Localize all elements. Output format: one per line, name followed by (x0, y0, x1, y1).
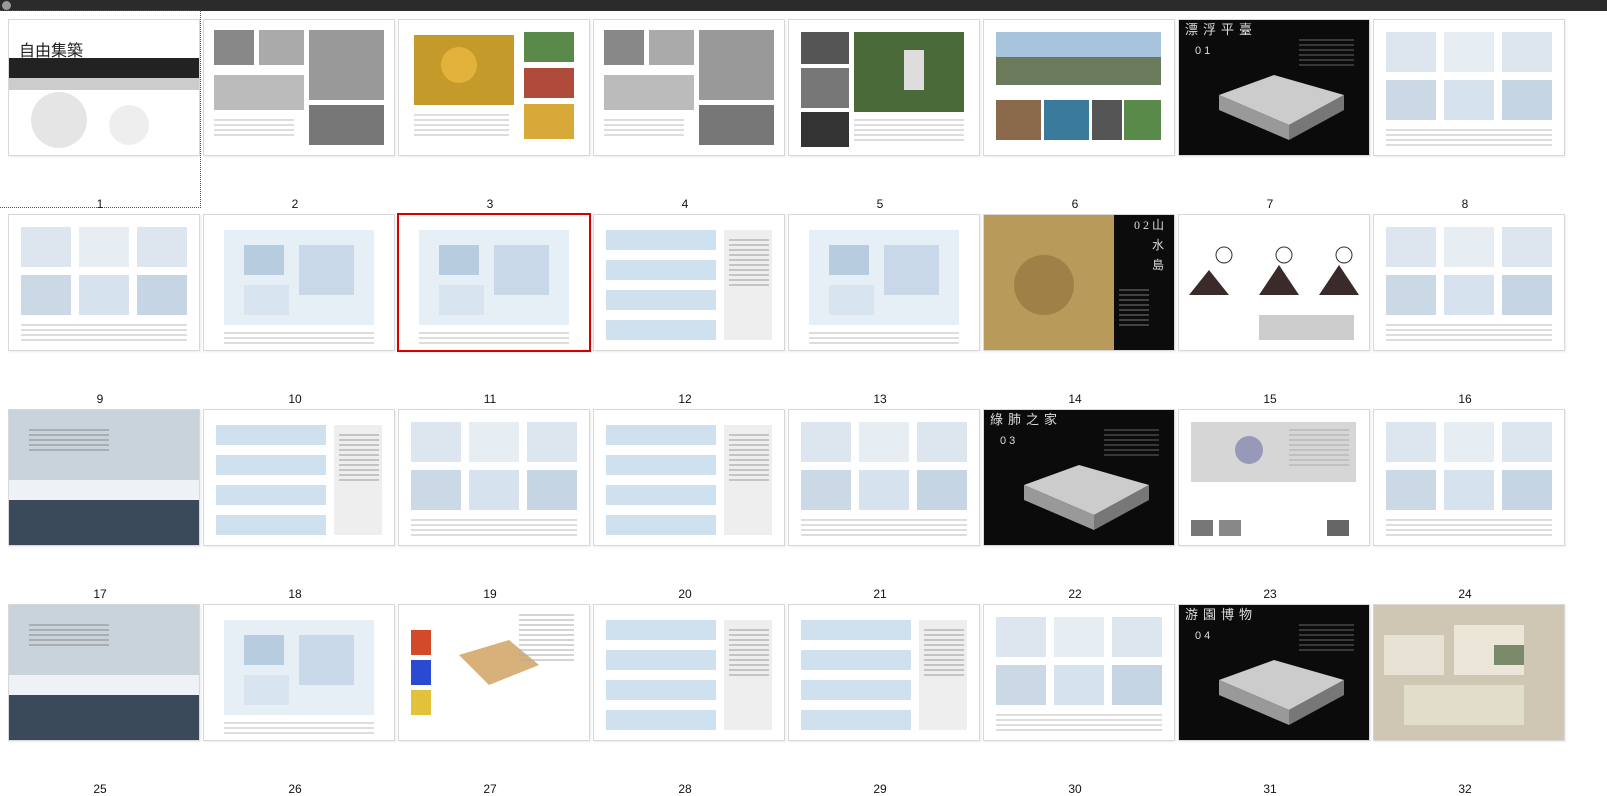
svg-text:0 2: 0 2 (1134, 218, 1149, 232)
page-thumbnail-18[interactable]: 18 (195, 401, 395, 601)
thumbnail-image[interactable]: 綠肺之家 0 3 (983, 409, 1175, 546)
page-thumbnail-27[interactable]: 27 (390, 596, 590, 796)
page-number-label: 30 (1068, 782, 1082, 796)
thumbnail-image[interactable] (788, 19, 980, 156)
thumbnail-grid: 自由集築 1 2 3 4 5 6 漂浮平臺 0 1 7 8 9 10 11 12 13 0 2 山水島 14 15 16… (0, 10, 1607, 796)
page-number-label: 27 (483, 782, 497, 796)
page-number-label: 32 (1458, 782, 1472, 796)
window-title-bar (0, 0, 1607, 11)
thumbnail-image[interactable] (398, 604, 590, 741)
page-thumbnail-24[interactable]: 24 (1365, 401, 1565, 601)
page-thumbnail-26[interactable]: 26 (195, 596, 395, 796)
thumbnail-image[interactable] (397, 213, 591, 352)
thumbnail-image[interactable] (593, 19, 785, 156)
page-thumbnail-31[interactable]: 游園博物 0 4 31 (1170, 596, 1370, 796)
page-thumbnail-11[interactable]: 11 (390, 206, 591, 406)
thumbnail-image[interactable]: 0 2山水島 (983, 214, 1175, 351)
page-thumbnail-4[interactable]: 4 (585, 11, 785, 211)
thumbnail-image[interactable] (1178, 409, 1370, 546)
page-thumbnail-20[interactable]: 20 (585, 401, 785, 601)
page-thumbnail-22[interactable]: 綠肺之家 0 3 22 (975, 401, 1175, 601)
page-thumbnail-9[interactable]: 9 (0, 206, 200, 406)
page-thumbnail-17[interactable]: 17 (0, 401, 200, 601)
page-thumbnail-3[interactable]: 3 (390, 11, 590, 211)
page-thumbnail-8[interactable]: 8 (1365, 11, 1565, 211)
page-thumbnail-30[interactable]: 30 (975, 596, 1175, 796)
thumbnail-image[interactable] (398, 19, 590, 156)
page-thumbnail-28[interactable]: 28 (585, 596, 785, 796)
svg-text:山: 山 (1152, 218, 1164, 232)
thumbnail-image[interactable] (983, 604, 1175, 741)
svg-text:游園博物: 游園博物 (1185, 607, 1257, 622)
app-logo-icon (2, 1, 11, 10)
svg-text:0 3: 0 3 (1000, 435, 1015, 447)
svg-text:綠肺之家: 綠肺之家 (990, 412, 1062, 427)
page-number-label: 31 (1263, 782, 1277, 796)
thumbnail-image[interactable] (593, 214, 785, 351)
thumbnail-image[interactable] (203, 214, 395, 351)
thumbnail-image[interactable] (203, 604, 395, 741)
page-thumbnail-14[interactable]: 0 2 山水島 14 (975, 206, 1175, 406)
page-number-label: 25 (93, 782, 107, 796)
thumbnail-image[interactable] (1373, 19, 1565, 156)
page-thumbnail-19[interactable]: 19 (390, 401, 590, 601)
page-thumbnail-23[interactable]: 23 (1170, 401, 1370, 601)
thumbnail-image[interactable] (1373, 214, 1565, 351)
page-thumbnail-32[interactable]: 32 (1365, 596, 1565, 796)
page-thumbnail-25[interactable]: 25 (0, 596, 200, 796)
thumbnail-image[interactable] (1373, 409, 1565, 546)
thumbnail-image[interactable] (593, 409, 785, 546)
thumbnail-image[interactable] (788, 214, 980, 351)
page-thumbnail-16[interactable]: 16 (1365, 206, 1565, 406)
thumbnail-image[interactable] (8, 214, 200, 351)
page-thumbnail-2[interactable]: 2 (195, 11, 395, 211)
thumbnail-image[interactable] (1178, 214, 1370, 351)
thumbnail-image[interactable] (8, 604, 200, 741)
thumbnail-image[interactable] (983, 19, 1175, 156)
page-thumbnail-21[interactable]: 21 (780, 401, 980, 601)
page-thumbnail-5[interactable]: 5 (780, 11, 980, 211)
svg-text:島: 島 (1152, 257, 1164, 272)
page-thumbnail-10[interactable]: 10 (195, 206, 395, 406)
thumbnail-image[interactable] (398, 409, 590, 546)
thumbnail-image[interactable] (788, 604, 980, 741)
thumbnail-image[interactable] (203, 19, 395, 156)
thumbnail-image[interactable]: 漂浮平臺 0 1 (1178, 19, 1370, 156)
thumbnail-image[interactable] (1373, 604, 1565, 741)
thumbnail-image[interactable]: 自由集築 (8, 19, 200, 156)
page-thumbnail-6[interactable]: 6 (975, 11, 1175, 211)
svg-text:0 1: 0 1 (1195, 45, 1210, 57)
thumbnail-image[interactable] (788, 409, 980, 546)
thumbnail-image[interactable] (593, 604, 785, 741)
page-number-label: 28 (678, 782, 692, 796)
page-thumbnail-13[interactable]: 13 (780, 206, 980, 406)
page-number-label: 29 (873, 782, 887, 796)
thumbnail-image[interactable] (8, 409, 200, 546)
svg-text:0 4: 0 4 (1195, 630, 1210, 642)
thumbnail-image[interactable] (203, 409, 395, 546)
page-thumbnail-1[interactable]: 自由集築 1 (0, 10, 201, 211)
svg-text:水: 水 (1152, 238, 1164, 252)
page-thumbnail-15[interactable]: 15 (1170, 206, 1370, 406)
page-number-label: 26 (288, 782, 302, 796)
page-thumbnail-12[interactable]: 12 (585, 206, 785, 406)
page-thumbnail-7[interactable]: 漂浮平臺 0 17 (1170, 11, 1370, 211)
thumbnail-image[interactable]: 游園博物 0 4 (1178, 604, 1370, 741)
svg-text:漂浮平臺: 漂浮平臺 (1185, 22, 1257, 37)
cover-title: 自由集築 (19, 42, 83, 60)
page-thumbnail-29[interactable]: 29 (780, 596, 980, 796)
